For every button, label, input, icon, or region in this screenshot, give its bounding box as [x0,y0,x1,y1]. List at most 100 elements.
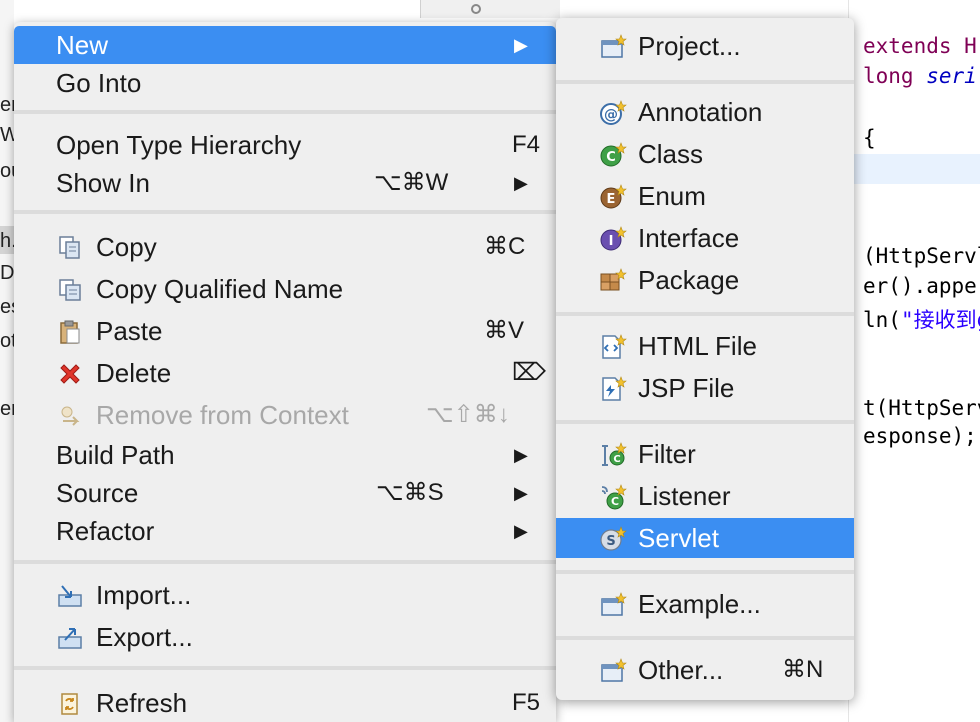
submenu-arrow-icon: ▶ [514,173,528,193]
explorer-text-fragment: ot [0,330,14,352]
menu-item-source[interactable]: Source ⌥⌘S ▶ [14,474,556,512]
svg-text:@: @ [604,107,618,123]
annotation-icon: @ [598,98,628,128]
explorer-text-fragment: er [0,398,14,420]
submenu-arrow-icon: ▶ [514,483,528,503]
submenu-item-package[interactable]: Package [556,260,854,300]
menu-item-shortcut: ⌥⇧⌘↓ [426,401,510,428]
example-icon [598,590,628,620]
context-menu: New ▶ Go Into Open Type Hierarchy F4 Sho… [14,22,556,722]
menu-item-paste[interactable]: Paste ⌘V [14,312,556,350]
menu-item-label: Remove from Context [96,400,349,430]
enum-icon: E [598,182,628,212]
submenu-item-class[interactable]: C Class [556,134,854,174]
explorer-text-fragment: ou [0,160,14,182]
class-icon: C [598,140,628,170]
explorer-text-fragment: en [0,94,14,116]
menu-item-new[interactable]: New ▶ [14,26,556,64]
menu-separator [556,80,854,84]
submenu-item-listener[interactable]: C Listener [556,476,854,516]
submenu-item-servlet[interactable]: S Servlet [556,518,854,558]
submenu-item-html-file[interactable]: HTML File [556,326,854,366]
menu-item-delete[interactable]: Delete ⌦ [14,354,556,392]
menu-item-label: Source [56,478,139,508]
submenu-item-label: Class [638,139,704,169]
submenu-item-label: JSP File [638,373,735,403]
code-editor[interactable]: extends H long seri { (HttpServl er().ap… [848,0,980,722]
jsp-file-icon [598,374,628,404]
svg-text:S: S [606,534,615,549]
submenu-item-jsp-file[interactable]: JSP File [556,368,854,408]
submenu-arrow-icon: ▶ [514,445,528,465]
menu-item-label: Copy [96,232,157,262]
submenu-item-other[interactable]: Other... ⌘N [556,650,854,690]
menu-item-show-in[interactable]: Show In ⌥⌘W ▶ [14,164,556,202]
current-line-highlight [849,154,980,184]
menu-item-label: Import... [96,580,192,610]
new-submenu: Project... @ Annotation C Class E Enum I… [556,18,854,700]
refresh-icon [56,690,84,718]
submenu-item-label: Listener [638,481,731,511]
menu-separator [14,560,556,564]
code-line: long seri [863,64,977,88]
menu-item-label: Build Path [56,440,175,470]
submenu-item-label: Example... [638,589,761,619]
svg-text:C: C [606,150,616,165]
submenu-item-label: Enum [638,181,706,211]
menu-separator [14,210,556,214]
menu-item-label: Delete [96,358,172,388]
menu-item-label: New [56,30,109,60]
menu-item-shortcut: ⌥⌘S [376,479,444,506]
menu-item-remove-from-context[interactable]: Remove from Context ⌥⇧⌘↓ [14,396,556,434]
menu-item-refresh[interactable]: Refresh F5 [14,684,556,722]
servlet-icon: S [598,524,628,554]
submenu-item-project[interactable]: Project... [556,26,854,66]
explorer-text-fragment: es [0,296,14,318]
submenu-item-enum[interactable]: E Enum [556,176,854,216]
menu-item-shortcut: ⌘C [484,233,526,260]
menu-item-copy[interactable]: Copy ⌘C [14,228,556,266]
menu-item-label: Go Into [56,68,142,98]
listener-icon: C [598,482,628,512]
other-icon [598,656,628,686]
submenu-item-label: Package [638,265,740,295]
menu-item-label: Refactor [56,516,155,546]
copy-qualified-name-icon [56,276,84,304]
menu-item-open-type-hierarchy[interactable]: Open Type Hierarchy F4 [14,126,556,164]
menu-item-import[interactable]: Import... [14,576,556,614]
menu-separator [556,570,854,574]
submenu-item-annotation[interactable]: @ Annotation [556,92,854,132]
submenu-item-shortcut: ⌘N [782,656,824,683]
explorer-text-fragment: h. [0,230,14,252]
menu-item-build-path[interactable]: Build Path ▶ [14,436,556,474]
menu-item-copy-qualified-name[interactable]: Copy Qualified Name [14,270,556,308]
svg-text:E: E [607,192,616,207]
menu-item-shortcut: F4 [512,131,541,158]
menu-item-label: Refresh [96,688,188,718]
submenu-arrow-icon: ▶ [514,35,528,55]
submenu-item-label: Filter [638,439,696,469]
submenu-item-label: Servlet [638,523,719,553]
svg-text:I: I [609,234,614,249]
code-line: { [863,126,876,150]
menu-item-go-into[interactable]: Go Into [14,64,556,102]
menu-item-export[interactable]: Export... [14,618,556,656]
toolbar-fragment [420,0,560,18]
menu-item-label: Export... [96,622,193,652]
html-file-icon [598,332,628,362]
code-line: extends H [863,34,977,58]
menu-separator [556,420,854,424]
menu-item-refactor[interactable]: Refactor ▶ [14,512,556,550]
import-icon [56,582,84,610]
project-icon [598,32,628,62]
menu-separator [14,110,556,114]
submenu-item-label: Interface [638,223,740,253]
menu-item-shortcut: ⌥⌘W [374,169,449,196]
paste-icon [56,318,84,346]
menu-item-label: Show In [56,168,150,198]
submenu-item-filter[interactable]: C Filter [556,434,854,474]
remove-from-context-icon [56,402,84,430]
submenu-item-interface[interactable]: I Interface [556,218,854,258]
submenu-item-example[interactable]: Example... [556,584,854,624]
menu-item-label: Copy Qualified Name [96,274,344,304]
